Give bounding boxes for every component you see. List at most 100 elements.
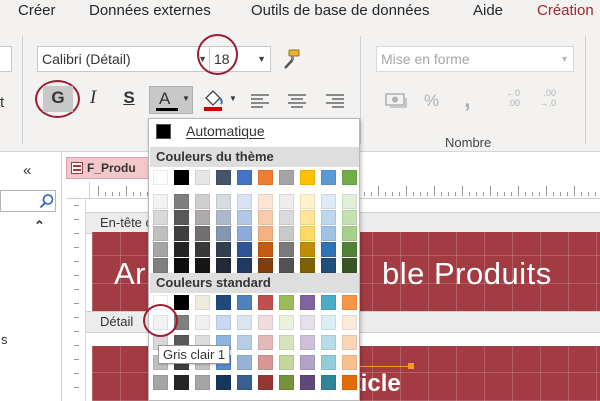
theme-shade-swatch[interactable] <box>321 242 336 257</box>
theme-color-swatch[interactable] <box>195 170 210 185</box>
standard-shade-swatch[interactable] <box>321 315 336 330</box>
theme-shade-swatch[interactable] <box>174 242 189 257</box>
percent-button[interactable]: % <box>424 91 439 111</box>
decrease-decimals-button[interactable]: .00 →.0 <box>530 88 556 108</box>
standard-shade-swatch[interactable] <box>258 375 273 390</box>
standard-color-swatch[interactable] <box>321 295 336 310</box>
theme-shade-swatch[interactable] <box>153 226 168 241</box>
standard-shade-swatch[interactable] <box>342 315 357 330</box>
font-name-combo[interactable]: Calibri (Détail) ▼ <box>37 46 212 72</box>
standard-shade-swatch[interactable] <box>300 375 315 390</box>
theme-shade-swatch[interactable] <box>153 210 168 225</box>
theme-shade-swatch[interactable] <box>237 194 252 209</box>
standard-shade-swatch[interactable] <box>153 375 168 390</box>
tab-aide[interactable]: Aide <box>473 2 503 19</box>
theme-shade-swatch[interactable] <box>300 242 315 257</box>
underline-button[interactable]: S <box>116 86 142 112</box>
theme-shade-swatch[interactable] <box>321 210 336 225</box>
chevron-down-icon[interactable]: ▼ <box>229 94 237 103</box>
tab-creation[interactable]: Création <box>537 2 594 19</box>
theme-color-swatch[interactable] <box>258 170 273 185</box>
standard-shade-swatch[interactable] <box>342 375 357 390</box>
theme-shade-swatch[interactable] <box>279 194 294 209</box>
standard-shade-swatch[interactable] <box>195 375 210 390</box>
theme-shade-swatch[interactable] <box>258 226 273 241</box>
standard-shade-swatch[interactable] <box>237 335 252 350</box>
standard-shade-swatch[interactable] <box>237 315 252 330</box>
standard-color-swatch[interactable] <box>237 295 252 310</box>
theme-shade-swatch[interactable] <box>195 210 210 225</box>
theme-shade-swatch[interactable] <box>321 226 336 241</box>
theme-color-swatch[interactable] <box>279 170 294 185</box>
theme-shade-swatch[interactable] <box>216 210 231 225</box>
standard-color-swatch[interactable] <box>258 295 273 310</box>
theme-shade-swatch[interactable] <box>216 258 231 273</box>
theme-shade-swatch[interactable] <box>258 258 273 273</box>
theme-color-swatch[interactable] <box>174 170 189 185</box>
standard-shade-swatch[interactable] <box>300 335 315 350</box>
theme-shade-swatch[interactable] <box>258 210 273 225</box>
standard-shade-swatch[interactable] <box>174 375 189 390</box>
theme-shade-swatch[interactable] <box>258 194 273 209</box>
standard-shade-swatch[interactable] <box>195 315 210 330</box>
align-center-icon[interactable] <box>287 92 307 110</box>
theme-shade-swatch[interactable] <box>216 226 231 241</box>
theme-shade-swatch[interactable] <box>342 242 357 257</box>
standard-shade-swatch[interactable] <box>279 375 294 390</box>
theme-color-swatch[interactable] <box>153 170 168 185</box>
theme-shade-swatch[interactable] <box>195 258 210 273</box>
theme-shade-swatch[interactable] <box>174 226 189 241</box>
tab-donnees-externes[interactable]: Données externes <box>89 2 211 19</box>
theme-shade-swatch[interactable] <box>279 210 294 225</box>
currency-icon[interactable] <box>384 90 408 110</box>
theme-color-swatch[interactable] <box>321 170 336 185</box>
standard-color-swatch[interactable] <box>216 295 231 310</box>
theme-shade-swatch[interactable] <box>342 258 357 273</box>
theme-color-swatch[interactable] <box>237 170 252 185</box>
search-input[interactable] <box>0 190 56 212</box>
theme-shade-swatch[interactable] <box>279 258 294 273</box>
theme-shade-swatch[interactable] <box>216 194 231 209</box>
standard-shade-swatch[interactable] <box>258 355 273 370</box>
theme-shade-swatch[interactable] <box>342 194 357 209</box>
document-tab[interactable]: F_Produ <box>66 157 150 179</box>
standard-shade-swatch[interactable] <box>279 315 294 330</box>
standard-shade-swatch[interactable] <box>321 355 336 370</box>
standard-color-swatch[interactable] <box>300 295 315 310</box>
standard-shade-swatch[interactable] <box>216 375 231 390</box>
left-stub-combo[interactable] <box>0 46 12 72</box>
theme-shade-swatch[interactable] <box>195 242 210 257</box>
theme-color-swatch[interactable] <box>342 170 357 185</box>
theme-shade-swatch[interactable] <box>237 242 252 257</box>
italic-button[interactable]: I <box>80 86 106 112</box>
increase-decimals-button[interactable]: ←0 .00 <box>494 88 520 108</box>
standard-shade-swatch[interactable] <box>321 335 336 350</box>
theme-shade-swatch[interactable] <box>237 226 252 241</box>
search-icon[interactable] <box>39 193 55 209</box>
selection-handle[interactable] <box>408 363 414 369</box>
automatic-color-swatch[interactable] <box>156 124 171 139</box>
theme-shade-swatch[interactable] <box>153 194 168 209</box>
standard-color-swatch[interactable] <box>195 295 210 310</box>
theme-shade-swatch[interactable] <box>153 258 168 273</box>
standard-shade-swatch[interactable] <box>258 315 273 330</box>
standard-color-swatch[interactable] <box>174 295 189 310</box>
automatic-color-label[interactable]: Automatique <box>186 123 265 139</box>
theme-shade-swatch[interactable] <box>342 210 357 225</box>
standard-shade-swatch[interactable] <box>258 335 273 350</box>
standard-shade-swatch[interactable] <box>216 315 231 330</box>
comma-button[interactable]: , <box>464 86 471 114</box>
theme-color-swatch[interactable] <box>216 170 231 185</box>
standard-color-swatch[interactable] <box>342 295 357 310</box>
theme-shade-swatch[interactable] <box>300 194 315 209</box>
theme-shade-swatch[interactable] <box>279 242 294 257</box>
standard-shade-swatch[interactable] <box>237 375 252 390</box>
bold-button[interactable]: G <box>43 86 73 112</box>
standard-shade-swatch[interactable] <box>279 335 294 350</box>
theme-shade-swatch[interactable] <box>279 226 294 241</box>
theme-shade-swatch[interactable] <box>237 210 252 225</box>
number-format-combo[interactable]: Mise en forme ▼ <box>376 46 574 72</box>
standard-shade-swatch[interactable] <box>342 355 357 370</box>
theme-shade-swatch[interactable] <box>216 242 231 257</box>
tab-creer[interactable]: Créer <box>18 2 56 19</box>
